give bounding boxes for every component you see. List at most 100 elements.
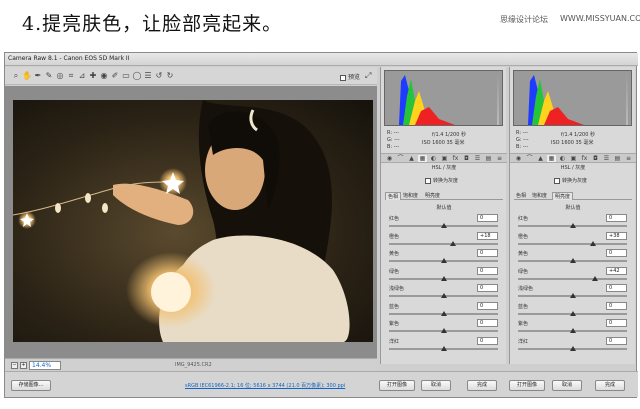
slider-thumb[interactable] (569, 328, 576, 333)
slider-thumb[interactable] (592, 275, 599, 281)
slider-value-input[interactable]: +42 (606, 266, 627, 275)
slider-track[interactable] (389, 242, 498, 245)
slider-track[interactable] (518, 242, 627, 245)
tab-snapshots-icon[interactable]: ▤ (484, 155, 493, 162)
slider-row: 紫色 0 (510, 319, 636, 337)
slider-value-input[interactable]: +38 (606, 231, 627, 240)
tab-effects-icon[interactable]: fx (451, 155, 460, 162)
panel-menu-icon[interactable]: ≡ (624, 155, 633, 162)
slider-value-input[interactable]: 0 (477, 284, 498, 292)
slider-thumb[interactable] (440, 258, 447, 263)
slider-value-input[interactable]: 0 (606, 214, 627, 222)
slider-thumb[interactable] (569, 293, 576, 298)
slider-value-input[interactable]: 0 (477, 336, 498, 345)
radial-filter-icon[interactable]: ◯ (132, 71, 142, 81)
slider-thumb[interactable] (440, 310, 447, 316)
subtab-saturation[interactable]: 饱和度 (530, 192, 549, 199)
zoom-level-select[interactable]: 14.4% (29, 361, 61, 370)
color-sampler-icon[interactable]: ✎ (44, 71, 54, 81)
open-image-button-2[interactable]: 打开图像 (509, 380, 545, 391)
done-button[interactable]: 完成 (467, 380, 497, 391)
tab-snapshots-icon[interactable]: ▤ (613, 155, 622, 162)
zoom-tool-icon[interactable]: ⌕ (11, 71, 21, 81)
default-link[interactable]: 默认值 (510, 204, 636, 211)
slider-thumb[interactable] (440, 328, 447, 333)
preferences-icon[interactable]: ☰ (143, 71, 153, 81)
rotate-right-icon[interactable]: ↻ (165, 71, 175, 81)
cancel-button-2[interactable]: 取消 (552, 380, 582, 391)
slider-value-input[interactable]: 0 (606, 284, 627, 292)
slider-row: 绿色 +42 (510, 266, 636, 285)
tab-lens-icon[interactable]: ▣ (440, 155, 449, 162)
subtab-saturation[interactable]: 饱和度 (401, 192, 420, 199)
slider-thumb[interactable] (569, 345, 576, 351)
slider-thumb[interactable] (440, 275, 447, 281)
slider-value-input[interactable]: 0 (477, 301, 498, 310)
tab-hsl-icon[interactable]: ▦ (547, 155, 556, 162)
slider-value-input[interactable]: 0 (606, 319, 627, 327)
slider-value-input[interactable]: 0 (477, 249, 498, 257)
tab-detail-icon[interactable]: ▲ (407, 155, 416, 162)
graduated-filter-icon[interactable]: ▭ (121, 71, 131, 81)
slider-value-input[interactable]: 0 (477, 214, 498, 222)
tab-tone-curve-icon[interactable]: ⌒ (396, 155, 405, 162)
tab-split-toning-icon[interactable]: ◐ (429, 155, 438, 162)
convert-grayscale-checkbox[interactable]: 转换为灰度 (554, 177, 587, 184)
subtab-luminance[interactable]: 明亮度 (552, 192, 574, 200)
slider-thumb[interactable] (440, 345, 447, 351)
red-eye-icon[interactable]: ◉ (99, 71, 109, 81)
subtab-hue[interactable]: 色相 (514, 192, 528, 199)
zoom-out-button[interactable]: − (11, 362, 18, 369)
hand-tool-icon[interactable]: ✋ (22, 71, 32, 81)
tab-lens-icon[interactable]: ▣ (569, 155, 578, 162)
tab-basic-icon[interactable]: ◉ (385, 155, 394, 162)
slider-thumb[interactable] (569, 310, 576, 316)
subtab-luminance[interactable]: 明亮度 (423, 192, 442, 199)
slider-value-input[interactable]: +18 (477, 231, 498, 240)
tab-tone-curve-icon[interactable]: ⌒ (525, 155, 534, 162)
done-button-2[interactable]: 完成 (595, 380, 625, 391)
tab-effects-icon[interactable]: fx (580, 155, 589, 162)
tab-presets-icon[interactable]: ☰ (473, 155, 482, 162)
crop-icon[interactable]: ⌗ (66, 71, 76, 81)
workflow-options-link[interactable]: sRGB IEC61966-2.1; 16 位; 5616 x 3744 (21… (185, 382, 345, 389)
fullscreen-icon[interactable]: ⤢ (365, 71, 371, 81)
slider-thumb[interactable] (569, 223, 576, 228)
cancel-button[interactable]: 取消 (421, 380, 451, 391)
tab-camera-icon[interactable]: ◘ (462, 155, 471, 162)
slider-thumb[interactable] (440, 223, 447, 228)
spot-removal-icon[interactable]: ✚ (88, 71, 98, 81)
slider-value-input[interactable]: 0 (606, 301, 627, 310)
slider-label: 紫色 (389, 321, 400, 327)
preview-checkbox[interactable]: 预览 (340, 72, 360, 81)
zoom-in-button[interactable]: + (20, 362, 27, 369)
slider-value-input[interactable]: 0 (606, 336, 627, 345)
tab-basic-icon[interactable]: ◉ (514, 155, 523, 162)
slider-track[interactable] (518, 277, 627, 280)
tab-hsl-icon[interactable]: ▦ (418, 155, 427, 162)
slider-thumb[interactable] (569, 258, 576, 263)
straighten-icon[interactable]: ⊿ (77, 71, 87, 81)
slider-thumb[interactable] (450, 240, 457, 246)
rotate-left-icon[interactable]: ↺ (154, 71, 164, 81)
tab-presets-icon[interactable]: ☰ (602, 155, 611, 162)
open-image-button[interactable]: 打开图像 (379, 380, 415, 391)
target-adjust-icon[interactable]: ◎ (55, 71, 65, 81)
slider-value-input[interactable]: 0 (606, 249, 627, 257)
tab-split-toning-icon[interactable]: ◐ (558, 155, 567, 162)
exif-aperture-shutter: f/1.4 1/200 秒 (432, 132, 466, 138)
convert-grayscale-checkbox[interactable]: 转换为灰度 (425, 177, 458, 184)
tab-camera-icon[interactable]: ◘ (591, 155, 600, 162)
white-balance-icon[interactable]: ✒ (33, 71, 43, 81)
brush-icon[interactable]: ✐ (110, 71, 120, 81)
slider-thumb[interactable] (590, 240, 597, 246)
slider-value-input[interactable]: 0 (477, 319, 498, 327)
subtab-hue[interactable]: 色相 (385, 192, 402, 200)
readout: R: --- G: --- B: --- f/1.4 1/200 秒 ISO 1… (513, 127, 632, 151)
slider-value-input[interactable]: 0 (477, 266, 498, 275)
default-link[interactable]: 默认值 (381, 204, 507, 211)
slider-thumb[interactable] (440, 293, 447, 298)
tab-detail-icon[interactable]: ▲ (536, 155, 545, 162)
save-image-button[interactable]: 存储图像... (11, 380, 51, 391)
panel-menu-icon[interactable]: ≡ (495, 155, 504, 162)
